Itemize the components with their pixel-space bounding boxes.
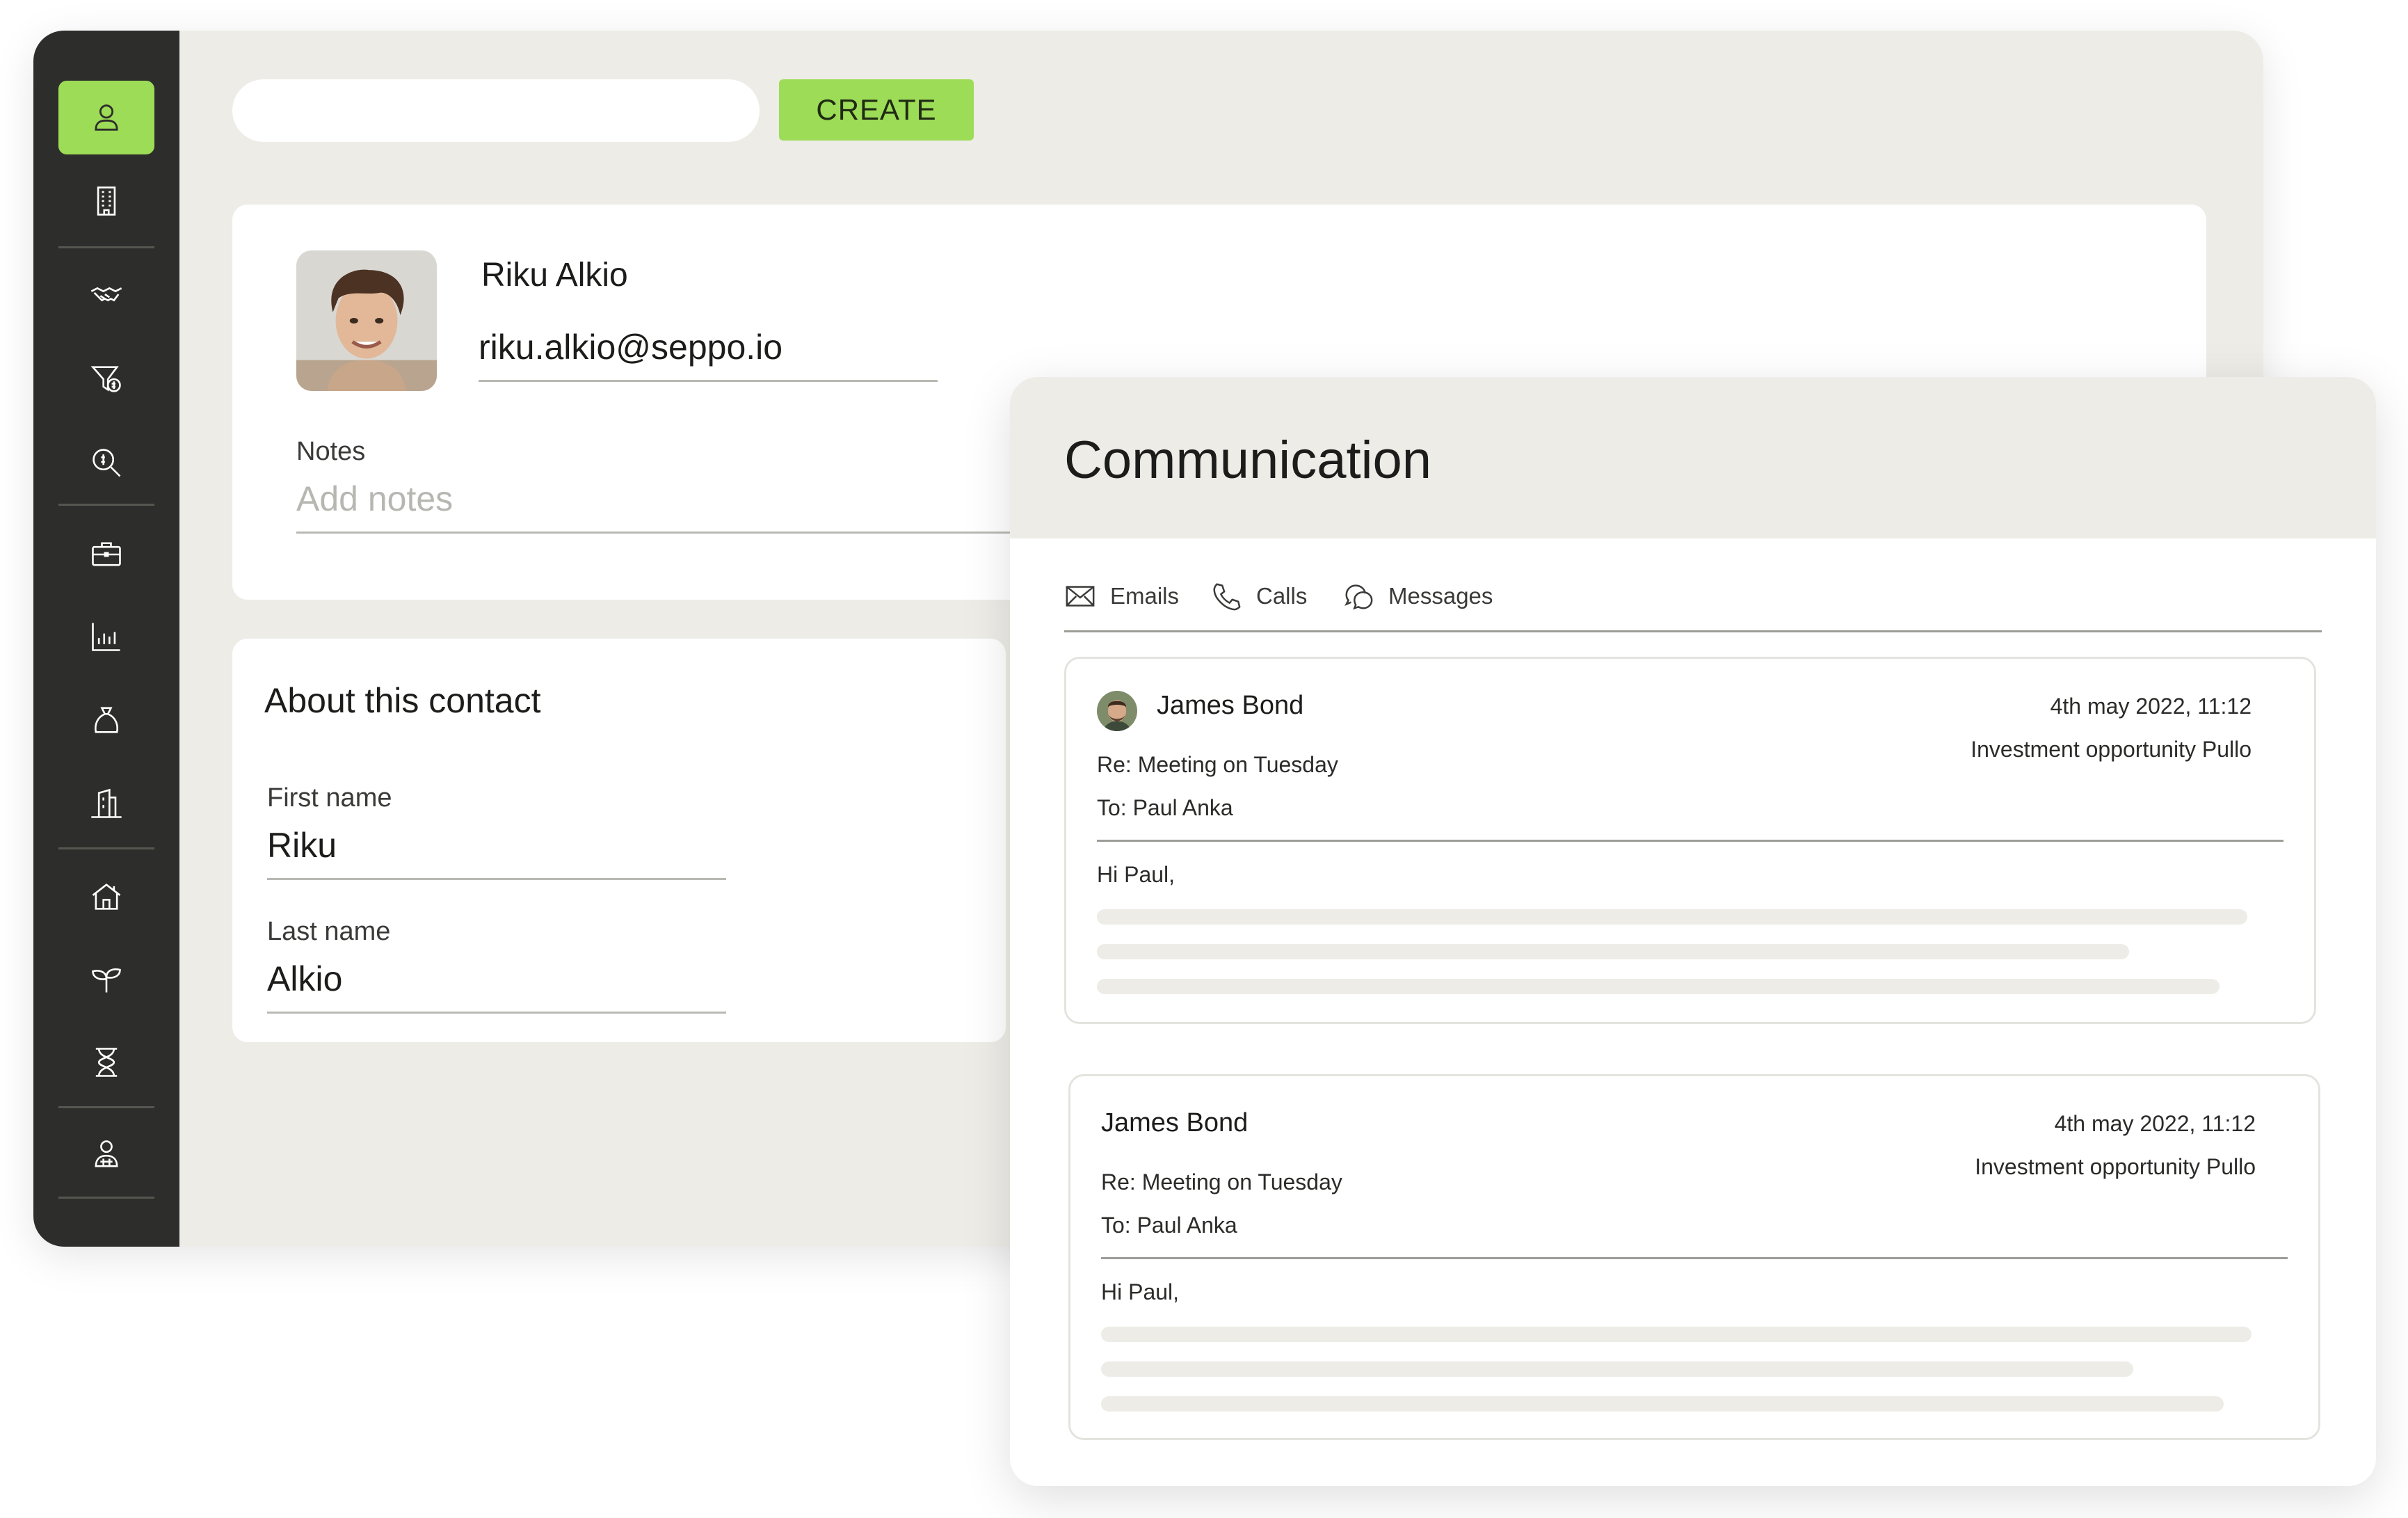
message-card[interactable]: James Bond 4th may 2022, 11:12 Investmen… bbox=[1064, 657, 2316, 1024]
message-greeting: Hi Paul, bbox=[1101, 1279, 1180, 1304]
sidebar-divider bbox=[58, 246, 154, 248]
briefcase-icon bbox=[92, 542, 121, 566]
money-bag-icon bbox=[95, 707, 118, 733]
envelope-icon bbox=[1066, 586, 1095, 607]
contact-avatar bbox=[296, 250, 437, 391]
nav-real-estate[interactable] bbox=[58, 860, 154, 934]
house-icon bbox=[92, 884, 121, 910]
first-name-field[interactable]: Riku bbox=[267, 825, 726, 880]
communication-title: Communication bbox=[1064, 431, 1431, 490]
tab-messages-label: Messages bbox=[1388, 583, 1493, 609]
sidebar-divider bbox=[58, 1197, 154, 1199]
message-divider bbox=[1097, 840, 2283, 842]
message-recipient: To: Paul Anka bbox=[1101, 1213, 1237, 1238]
tab-emails-label: Emails bbox=[1110, 583, 1180, 609]
nav-history[interactable] bbox=[58, 1025, 154, 1099]
last-name-field[interactable]: Alkio bbox=[267, 959, 726, 1014]
create-button[interactable]: CREATE bbox=[779, 79, 974, 141]
nav-properties[interactable] bbox=[58, 767, 154, 840]
last-name-label: Last name bbox=[267, 917, 391, 946]
tab-calls-label: Calls bbox=[1256, 583, 1308, 609]
message-subject: Re: Meeting on Tuesday bbox=[1097, 752, 1338, 777]
sidebar-divider bbox=[58, 504, 154, 506]
sender-name: James Bond bbox=[1101, 1108, 1249, 1137]
nav-finance[interactable] bbox=[58, 683, 154, 757]
contact-name: Riku Alkio bbox=[481, 257, 628, 294]
nav-pipeline[interactable] bbox=[58, 342, 154, 416]
message-greeting: Hi Paul, bbox=[1097, 862, 1175, 887]
text-placeholder-line bbox=[1097, 909, 2247, 925]
about-title: About this contact bbox=[264, 681, 541, 720]
chat-bubbles-icon bbox=[1345, 584, 1373, 610]
about-contact-card: About this contact First name Riku Last … bbox=[232, 639, 1006, 1042]
nav-companies[interactable] bbox=[58, 164, 154, 238]
email-field[interactable]: riku.alkio@seppo.io bbox=[479, 327, 938, 382]
bar-chart-icon bbox=[92, 623, 120, 651]
building-icon bbox=[97, 186, 116, 216]
sender-avatar bbox=[1097, 691, 1137, 731]
nav-opportunities[interactable] bbox=[58, 426, 154, 500]
nav-sustainability[interactable] bbox=[58, 942, 154, 1016]
sender-name: James Bond bbox=[1157, 691, 1304, 720]
tab-messages[interactable]: Messages bbox=[1342, 572, 1493, 621]
communication-tabs: Emails Calls Messages bbox=[1064, 572, 2322, 632]
sidebar-divider bbox=[58, 847, 154, 849]
sidebar-divider bbox=[58, 1106, 154, 1108]
text-placeholder-line bbox=[1101, 1361, 2133, 1377]
team-icon bbox=[95, 1140, 118, 1167]
office-building-icon bbox=[91, 788, 122, 818]
notes-input[interactable]: Add notes bbox=[296, 479, 1068, 534]
tab-emails[interactable]: Emails bbox=[1064, 572, 1179, 621]
text-placeholder-line bbox=[1101, 1327, 2252, 1342]
message-opportunity: Investment opportunity Pullo bbox=[1975, 1154, 2256, 1179]
nav-contacts[interactable] bbox=[58, 81, 154, 154]
text-placeholder-line bbox=[1097, 944, 2129, 959]
handshake-icon bbox=[90, 287, 122, 302]
phone-icon bbox=[1213, 583, 1241, 611]
user-icon bbox=[95, 104, 118, 131]
message-date: 4th may 2022, 11:12 bbox=[2054, 1111, 2256, 1136]
nav-team[interactable] bbox=[58, 1117, 154, 1191]
message-card[interactable]: James Bond 4th may 2022, 11:12 Investmen… bbox=[1068, 1074, 2320, 1440]
communication-header: Communication bbox=[1010, 377, 2376, 538]
sidebar bbox=[33, 31, 179, 1247]
message-divider bbox=[1101, 1257, 2288, 1259]
text-placeholder-line bbox=[1097, 979, 2220, 994]
search-dollar-icon bbox=[93, 449, 121, 477]
nav-projects[interactable] bbox=[58, 518, 154, 591]
message-opportunity: Investment opportunity Pullo bbox=[1970, 737, 2252, 762]
hourglass-icon bbox=[95, 1048, 118, 1077]
notes-label: Notes bbox=[296, 437, 366, 466]
message-recipient: To: Paul Anka bbox=[1097, 795, 1233, 820]
search-input[interactable] bbox=[232, 79, 760, 142]
communication-panel: Communication Emails Calls Messages Jame… bbox=[1010, 377, 2376, 1486]
sprout-icon bbox=[92, 968, 121, 993]
message-date: 4th may 2022, 11:12 bbox=[2050, 694, 2252, 719]
first-name-label: First name bbox=[267, 783, 392, 813]
message-subject: Re: Meeting on Tuesday bbox=[1101, 1169, 1342, 1195]
nav-reports[interactable] bbox=[58, 600, 154, 673]
text-placeholder-line bbox=[1101, 1396, 2224, 1412]
nav-deals[interactable] bbox=[58, 257, 154, 331]
tab-calls[interactable]: Calls bbox=[1210, 572, 1307, 621]
funnel-dollar-icon bbox=[90, 366, 121, 392]
